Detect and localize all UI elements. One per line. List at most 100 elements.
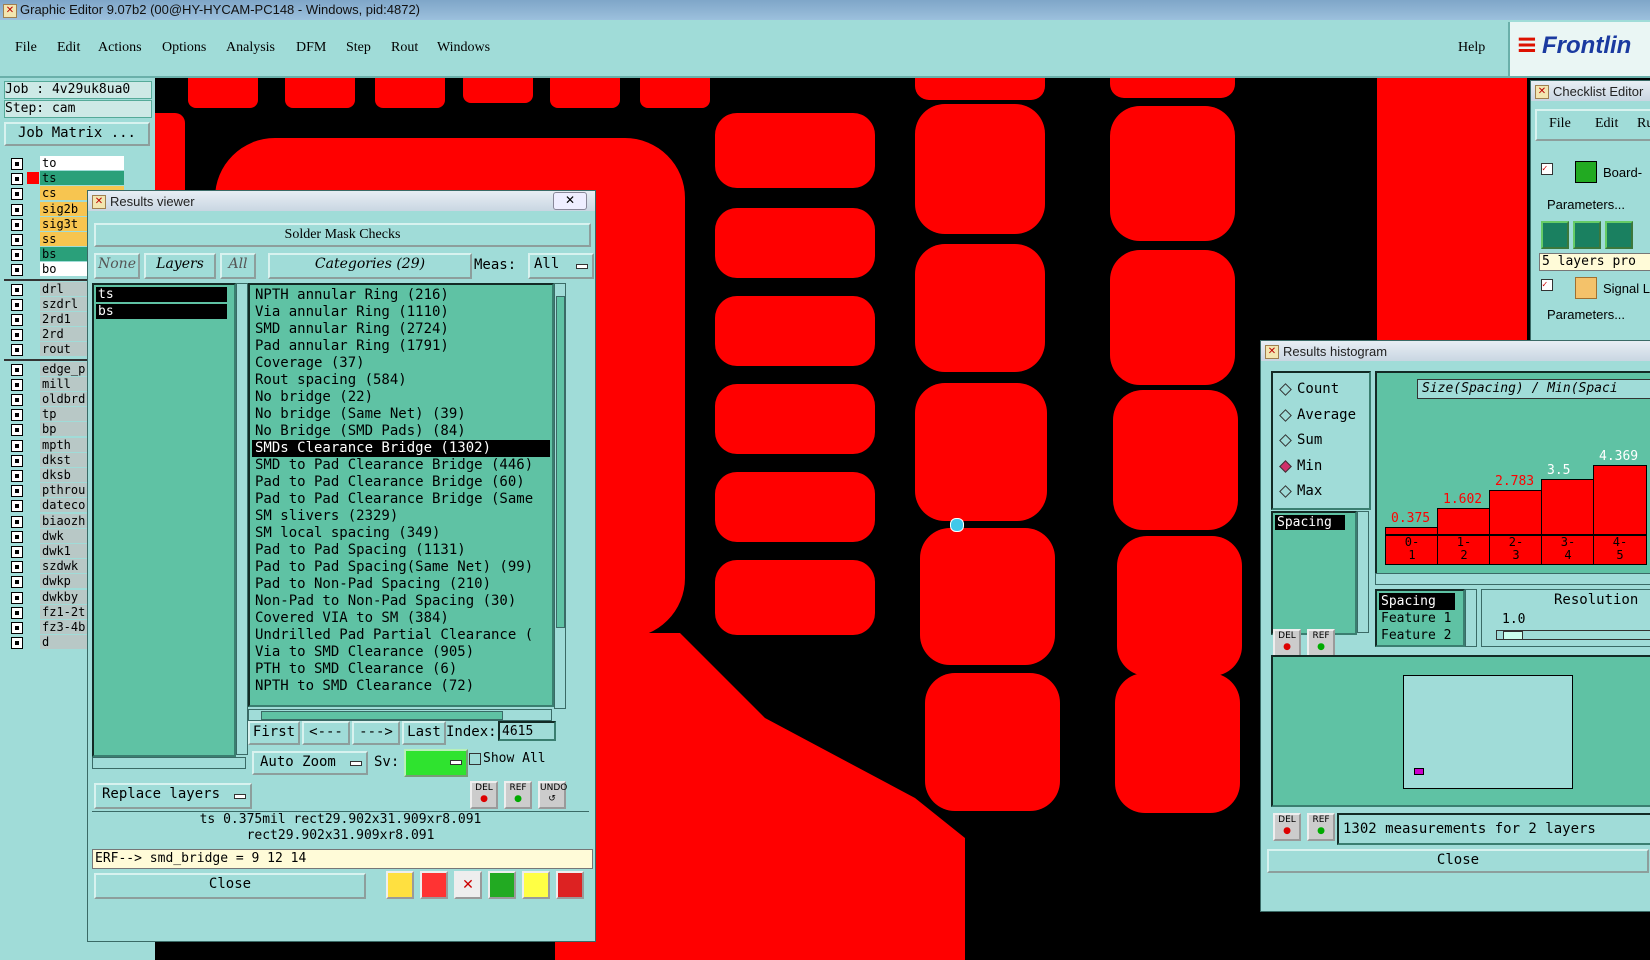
category-item[interactable]: Pad annular Ring (1791) <box>252 338 550 355</box>
layer-checkbox[interactable] <box>11 515 23 528</box>
hist-ref-icon-2[interactable]: REF ● <box>1307 813 1335 841</box>
feature-list[interactable]: Spacing Feature 1 Feature 2 <box>1375 589 1465 647</box>
menu-help[interactable]: Help <box>1458 40 1485 56</box>
checklist-menu-run[interactable]: Ru <box>1637 116 1650 132</box>
layer-checkbox[interactable] <box>11 561 23 574</box>
first-button[interactable]: First <box>248 721 300 745</box>
category-item[interactable]: Coverage (37) <box>252 355 550 372</box>
layer-checkbox[interactable] <box>11 234 23 246</box>
histogram-left-scrollbar[interactable] <box>1357 511 1369 633</box>
layer-checkbox[interactable] <box>11 203 23 216</box>
layer-checkbox[interactable] <box>11 329 23 342</box>
parameters-link-2[interactable]: Parameters... <box>1547 307 1625 322</box>
next-button[interactable]: ---> <box>352 721 400 745</box>
scroll-thumb[interactable] <box>261 711 503 720</box>
histogram-bar[interactable] <box>1489 489 1543 535</box>
menu-file[interactable]: File <box>15 40 37 56</box>
checklist-menu-file[interactable]: File <box>1549 116 1571 132</box>
report-tool-icon[interactable] <box>522 871 550 899</box>
category-item[interactable]: SM slivers (2329) <box>252 508 550 525</box>
replace-layers-dropdown[interactable]: Replace layers <box>94 783 252 809</box>
layer-checkbox[interactable] <box>11 424 23 437</box>
ref-icon[interactable]: REF ● <box>504 781 532 809</box>
category-item[interactable]: NPTH annular Ring (216) <box>252 287 550 304</box>
categories-button[interactable]: Categories (29) <box>268 253 472 279</box>
menu-analysis[interactable]: Analysis <box>226 40 275 56</box>
histogram-list-item[interactable]: Spacing <box>1275 515 1345 530</box>
layers-button[interactable]: Layers <box>144 253 216 279</box>
job-matrix-button[interactable]: Job Matrix ... <box>4 122 150 146</box>
category-item[interactable]: NPTH to SMD Clearance (72) <box>252 678 550 695</box>
category-item[interactable]: PTH to SMD Clearance (6) <box>252 661 550 678</box>
layer-checkbox[interactable] <box>11 591 23 604</box>
category-item[interactable]: SMD to Pad Clearance Bridge (446) <box>252 457 550 474</box>
categories-hscrollbar[interactable] <box>248 709 552 721</box>
layer-checkbox[interactable] <box>11 622 23 634</box>
radio-max[interactable]: Max <box>1279 481 1367 501</box>
run-action-icon[interactable] <box>1541 221 1569 249</box>
menu-step[interactable]: Step <box>346 40 371 56</box>
layers-scrollbar[interactable] <box>236 283 248 755</box>
histogram-bar[interactable] <box>1437 508 1491 535</box>
category-item[interactable]: Pad to Non-Pad Spacing (210) <box>252 576 550 593</box>
menu-windows[interactable]: Windows <box>437 40 490 56</box>
result-layer-item[interactable]: ts <box>96 287 227 302</box>
histogram-bar[interactable] <box>1593 465 1647 535</box>
histogram-bar[interactable] <box>1385 527 1439 535</box>
layer-checkbox[interactable] <box>11 606 23 619</box>
result-layer-item[interactable]: bs <box>96 304 227 319</box>
layer-checkbox[interactable] <box>11 576 23 589</box>
histogram-titlebar[interactable]: ✕ Results histogram <box>1261 341 1650 361</box>
auto-zoom-dropdown[interactable]: Auto Zoom <box>252 751 368 775</box>
layer-checkbox[interactable] <box>11 283 23 296</box>
select-none-button[interactable]: None <box>94 253 140 279</box>
layer-checkbox[interactable] <box>11 500 23 513</box>
layer-checkbox[interactable] <box>11 454 23 467</box>
close-window-button[interactable]: ✕ <box>553 192 587 210</box>
check-icon[interactable]: ✓ <box>1541 163 1553 175</box>
menu-actions[interactable]: Actions <box>98 40 142 56</box>
remove-tool-icon[interactable]: ✕ <box>454 871 482 899</box>
layer-checkbox[interactable] <box>11 188 23 201</box>
menu-edit[interactable]: Edit <box>57 40 80 56</box>
menu-dfm[interactable]: DFM <box>296 40 326 56</box>
category-item[interactable]: No Bridge (SMD Pads) (84) <box>252 423 550 440</box>
layer-checkbox[interactable] <box>11 173 23 186</box>
layers-tool-icon[interactable] <box>386 871 414 899</box>
checklist-editor-titlebar[interactable]: ✕ Checklist Editor <box>1531 81 1650 101</box>
layer-checkbox[interactable] <box>11 409 23 422</box>
category-item[interactable]: SM local spacing (349) <box>252 525 550 542</box>
board-preview[interactable] <box>1403 675 1573 789</box>
category-item[interactable]: Undrilled Pad Partial Clearance ( <box>252 627 550 644</box>
index-input[interactable] <box>498 721 556 741</box>
category-item[interactable]: Pad to Pad Clearance Bridge (Same <box>252 491 550 508</box>
category-item[interactable]: No bridge (Same Net) (39) <box>252 406 550 423</box>
checklist-menu-edit[interactable]: Edit <box>1595 116 1618 132</box>
checklist-row-signal[interactable]: ✓ Signal L <box>1535 275 1650 301</box>
category-item[interactable]: Pad to Pad Spacing(Same Net) (99) <box>252 559 550 576</box>
radio-count[interactable]: Count <box>1279 379 1367 399</box>
stop-action-icon[interactable] <box>1573 221 1601 249</box>
prev-button[interactable]: <--- <box>302 721 350 745</box>
categories-scrollbar[interactable] <box>554 283 566 709</box>
scroll-thumb[interactable] <box>556 296 565 628</box>
layer-checkbox[interactable] <box>11 394 23 406</box>
sv-color-dropdown[interactable] <box>404 749 468 777</box>
feature-item[interactable]: Spacing <box>1379 593 1455 610</box>
histogram-bar[interactable] <box>1541 478 1595 535</box>
layer-checkbox[interactable] <box>11 218 23 231</box>
category-item[interactable]: Covered VIA to SM (384) <box>252 610 550 627</box>
parameters-link[interactable]: Parameters... <box>1547 197 1625 212</box>
layer-checkbox[interactable] <box>11 298 23 311</box>
del-icon[interactable]: DEL ● <box>470 781 498 809</box>
close-button[interactable]: Close <box>94 873 366 899</box>
menu-options[interactable]: Options <box>162 40 206 56</box>
layer-checkbox[interactable] <box>11 264 23 277</box>
category-item[interactable]: SMD annular Ring (2724) <box>252 321 550 338</box>
layer-checkbox[interactable] <box>11 363 23 376</box>
layer-checkbox[interactable] <box>11 158 23 170</box>
check-icon[interactable]: ✓ <box>1541 279 1553 291</box>
count-tool-icon[interactable] <box>488 871 516 899</box>
layer-checkbox[interactable] <box>11 249 23 262</box>
last-button[interactable]: Last <box>402 721 446 745</box>
